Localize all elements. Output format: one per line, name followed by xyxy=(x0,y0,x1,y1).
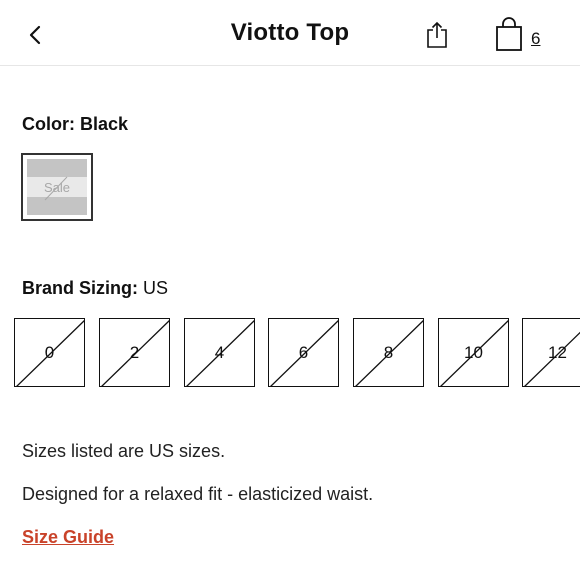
size-label: 0 xyxy=(44,343,55,362)
size-label: 6 xyxy=(298,343,309,362)
size-option-4[interactable]: 4 xyxy=(184,318,255,387)
size-option-2[interactable]: 2 xyxy=(99,318,170,387)
fit-note: Designed for a relaxed fit - elasticized… xyxy=(22,484,374,504)
shopping-bag-icon xyxy=(496,17,522,51)
share-button[interactable] xyxy=(424,20,450,50)
size-option-0[interactable]: 0 xyxy=(14,318,85,387)
size-option-12[interactable]: 12 xyxy=(522,318,580,387)
bag-count[interactable]: 6 xyxy=(531,29,540,49)
color-label-text: Color: xyxy=(22,114,75,134)
brand-sizing-label: Brand Sizing: US xyxy=(22,278,168,299)
sizing-note: Sizes listed are US sizes. xyxy=(22,441,226,461)
size-label: 10 xyxy=(464,343,483,362)
size-label: 8 xyxy=(383,343,394,362)
color-swatch-black[interactable]: Sale xyxy=(21,153,93,221)
color-label: Color: Black xyxy=(22,114,128,135)
size-label: 4 xyxy=(214,343,225,362)
share-icon xyxy=(427,21,447,48)
size-option-10[interactable]: 10 xyxy=(438,318,509,387)
brand-sizing-label-text: Brand Sizing: xyxy=(22,278,138,298)
size-option-6[interactable]: 6 xyxy=(268,318,339,387)
top-nav-bar: Viotto Top 6 xyxy=(0,0,580,66)
size-label: 12 xyxy=(548,343,567,362)
color-value: Black xyxy=(80,114,129,134)
size-guide-link[interactable]: Size Guide xyxy=(22,527,114,548)
size-option-8[interactable]: 8 xyxy=(353,318,424,387)
size-options: 0 2 4 6 8 10 12 xyxy=(0,318,580,388)
size-label: 2 xyxy=(129,343,140,362)
swatch-strike-icon xyxy=(44,176,68,201)
shopping-bag-button[interactable] xyxy=(494,16,524,52)
brand-sizing-value: US xyxy=(143,278,169,298)
page-title: Viotto Top xyxy=(230,19,350,46)
